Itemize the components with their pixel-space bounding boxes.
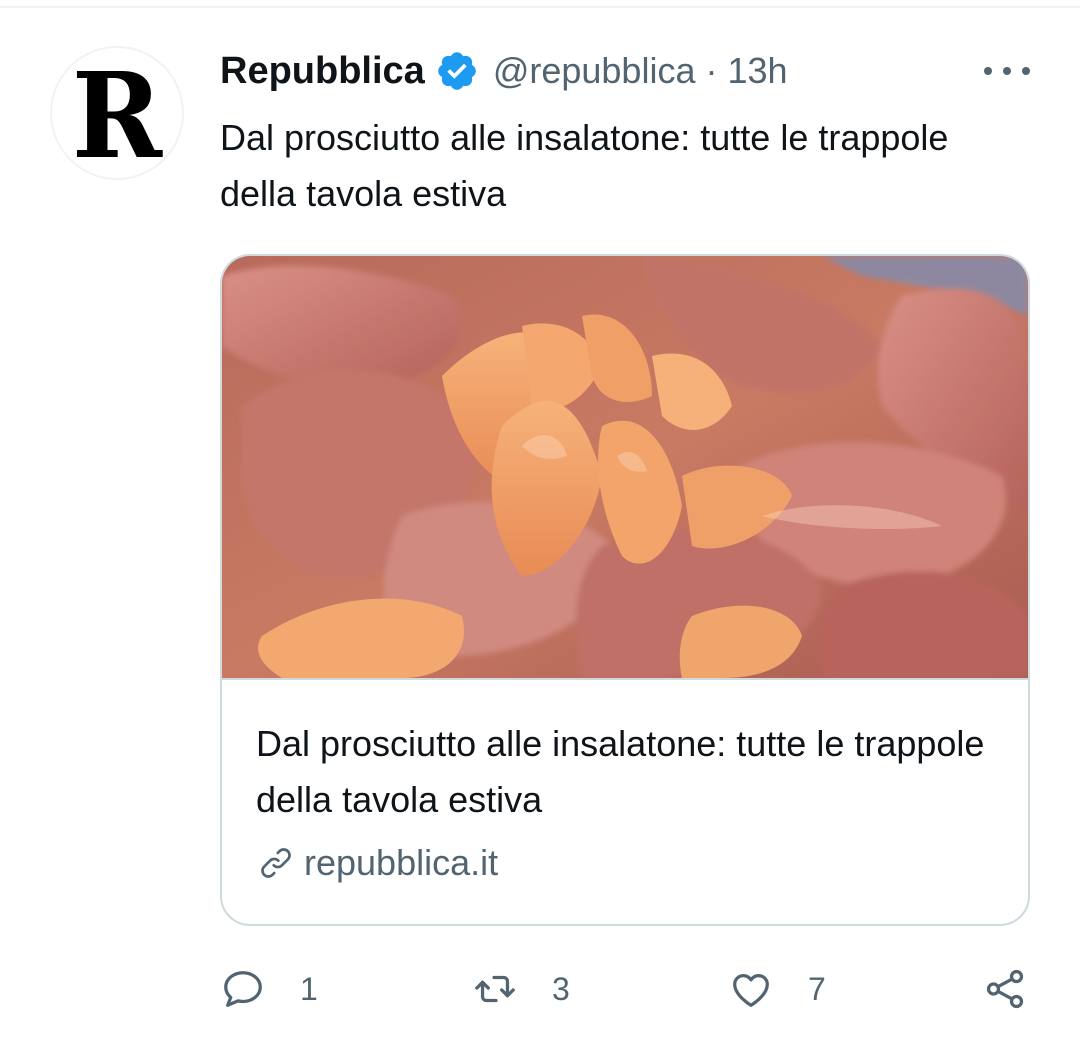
share-icon	[986, 969, 1024, 1009]
tweet-header: Repubblica @repubblica · 13h	[220, 46, 788, 96]
card-title[interactable]: Dal prosciutto alle insalatone: tutte le…	[256, 716, 996, 828]
card-image-prosciutto-melon[interactable]	[222, 256, 1028, 678]
card-domain-text: repubblica.it	[304, 842, 499, 883]
retweet-button[interactable]: 3	[472, 964, 570, 1014]
reply-count: 1	[300, 970, 318, 1007]
divider	[0, 6, 1080, 8]
verified-badge-icon	[438, 52, 476, 90]
reply-button[interactable]: 1	[220, 964, 318, 1014]
more-options-icon[interactable]	[984, 56, 1030, 86]
tweet-actions: 1 3 7	[220, 964, 1040, 1014]
retweet-icon	[475, 975, 515, 1003]
tweet-text: Dal prosciutto alle insalatone: tutte le…	[220, 117, 949, 214]
retweet-count: 3	[552, 970, 570, 1007]
like-button[interactable]: 7	[728, 964, 826, 1014]
more-dot	[1003, 67, 1011, 75]
heart-icon	[733, 973, 769, 1007]
author-handle[interactable]: @repubblica	[493, 50, 696, 92]
link-icon	[261, 848, 291, 878]
tweet-timestamp[interactable]: 13h	[727, 50, 787, 92]
card-divider	[222, 678, 1028, 680]
separator-dot: ·	[705, 50, 718, 91]
more-dot	[984, 67, 992, 75]
tweet: R Repubblica @repubblica · 13h Dal prosc…	[0, 0, 1080, 1048]
card-domain[interactable]: repubblica.it	[256, 838, 498, 888]
avatar[interactable]: R	[50, 46, 184, 180]
reply-icon	[224, 971, 262, 1007]
more-dot	[1022, 67, 1030, 75]
share-button[interactable]	[982, 964, 1028, 1014]
avatar-logo-letter: R	[71, 46, 163, 180]
link-card[interactable]: Dal prosciutto alle insalatone: tutte le…	[220, 254, 1030, 926]
author-display-name[interactable]: Repubblica	[220, 50, 425, 93]
like-count: 7	[808, 970, 826, 1007]
